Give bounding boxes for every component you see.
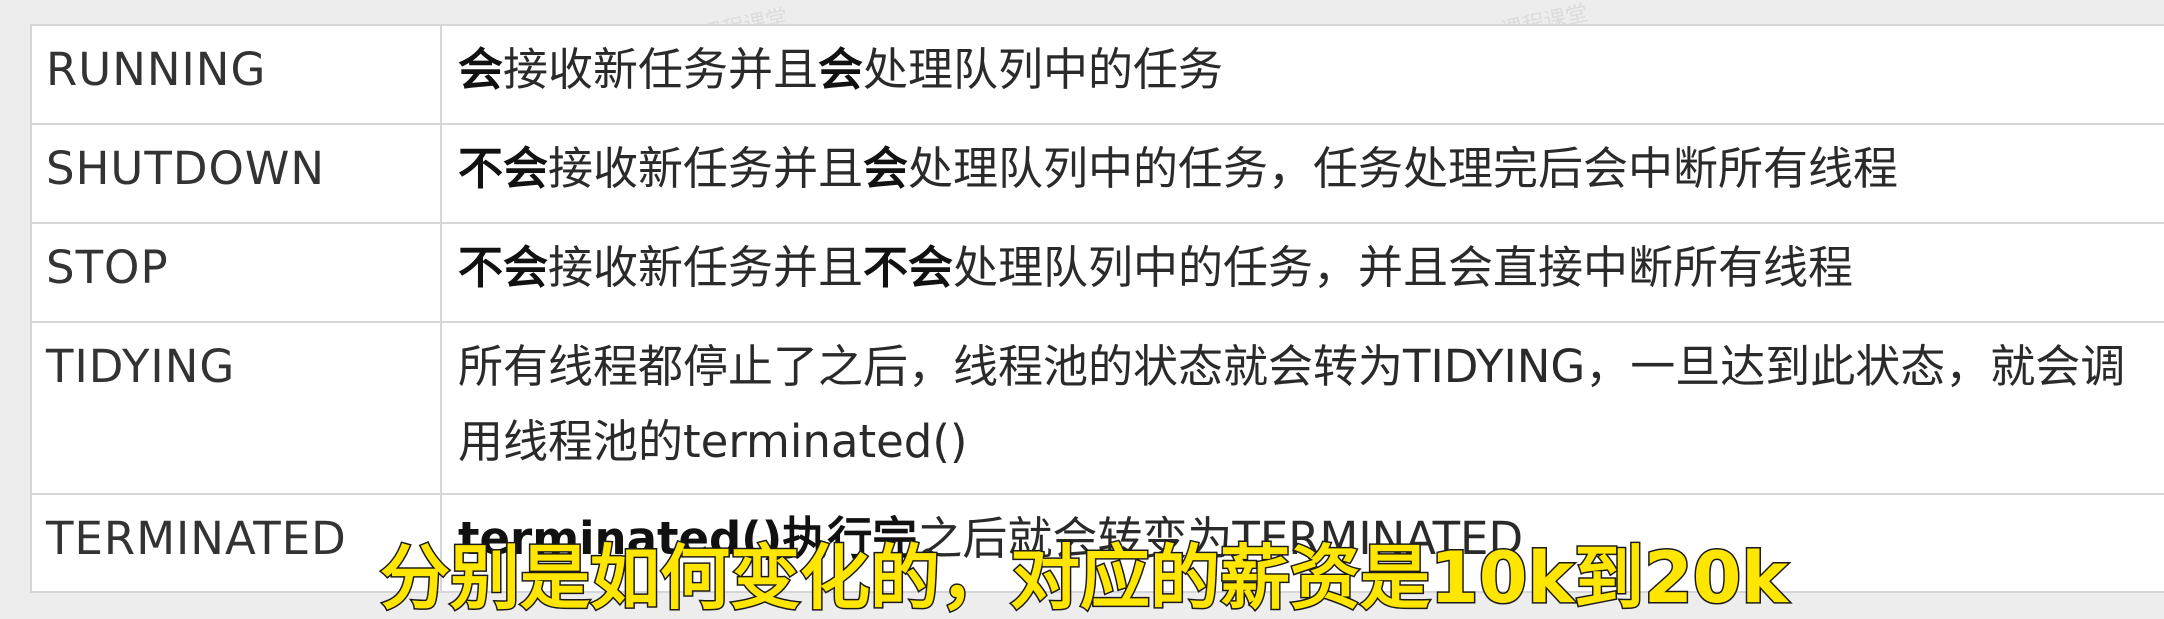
state-name-cell: RUNNING bbox=[30, 24, 442, 125]
state-description-cell: 不会接收新任务并且不会处理队列中的任务，并且会直接中断所有线程 bbox=[440, 222, 2164, 323]
state-description-cell: 所有线程都停止了之后，线程池的状态就会转为TIDYING，一旦达到此状态，就会调… bbox=[440, 321, 2164, 495]
description-bold-text: 会 bbox=[818, 43, 864, 96]
video-subtitle: 分别是如何变化的，对应的薪资是10k到20k bbox=[379, 537, 1790, 619]
description-text: 接收新任务并且 bbox=[548, 142, 864, 195]
description-text: 接收新任务并且 bbox=[548, 241, 864, 294]
description-bold-text: 会 bbox=[458, 43, 504, 96]
state-name-cell: TIDYING bbox=[30, 321, 442, 495]
state-name-cell: SHUTDOWN bbox=[30, 123, 442, 224]
description-bold-text: 不会 bbox=[458, 142, 549, 195]
description-bold-text: 不会 bbox=[863, 241, 954, 294]
state-description-cell: 不会接收新任务并且会处理队列中的任务，任务处理完后会中断所有线程 bbox=[440, 123, 2164, 224]
table-row: SHUTDOWN 不会接收新任务并且会处理队列中的任务，任务处理完后会中断所有线… bbox=[30, 123, 2164, 224]
table-row: TIDYING 所有线程都停止了之后，线程池的状态就会转为TIDYING，一旦达… bbox=[30, 321, 2164, 495]
description-bold-text: 不会 bbox=[458, 241, 549, 294]
table-row: STOP 不会接收新任务并且不会处理队列中的任务，并且会直接中断所有线程 bbox=[30, 222, 2164, 323]
table-row: RUNNING 会接收新任务并且会处理队列中的任务 bbox=[30, 24, 2164, 125]
thread-pool-states-table: RUNNING 会接收新任务并且会处理队列中的任务 SHUTDOWN 不会接收新… bbox=[30, 24, 2164, 593]
description-bold-text: 会 bbox=[863, 142, 909, 195]
state-description-cell: 会接收新任务并且会处理队列中的任务 bbox=[440, 24, 2164, 125]
description-text: 处理队列中的任务，并且会直接中断所有线程 bbox=[953, 241, 1854, 294]
description-text: 接收新任务并且 bbox=[503, 43, 819, 96]
state-name-cell: STOP bbox=[30, 222, 442, 323]
description-text: 处理队列中的任务，任务处理完后会中断所有线程 bbox=[908, 142, 1899, 195]
slide-sheet: 课程课堂 课程课堂 RUNNING 会接收新任务并且会处理队列中的任务 SHUT… bbox=[0, 0, 2164, 619]
description-text: 处理队列中的任务 bbox=[863, 43, 1224, 96]
description-text: 所有线程都停止了之后，线程池的状态就会转为TIDYING，一旦达到此状态，就会调… bbox=[458, 340, 2126, 468]
